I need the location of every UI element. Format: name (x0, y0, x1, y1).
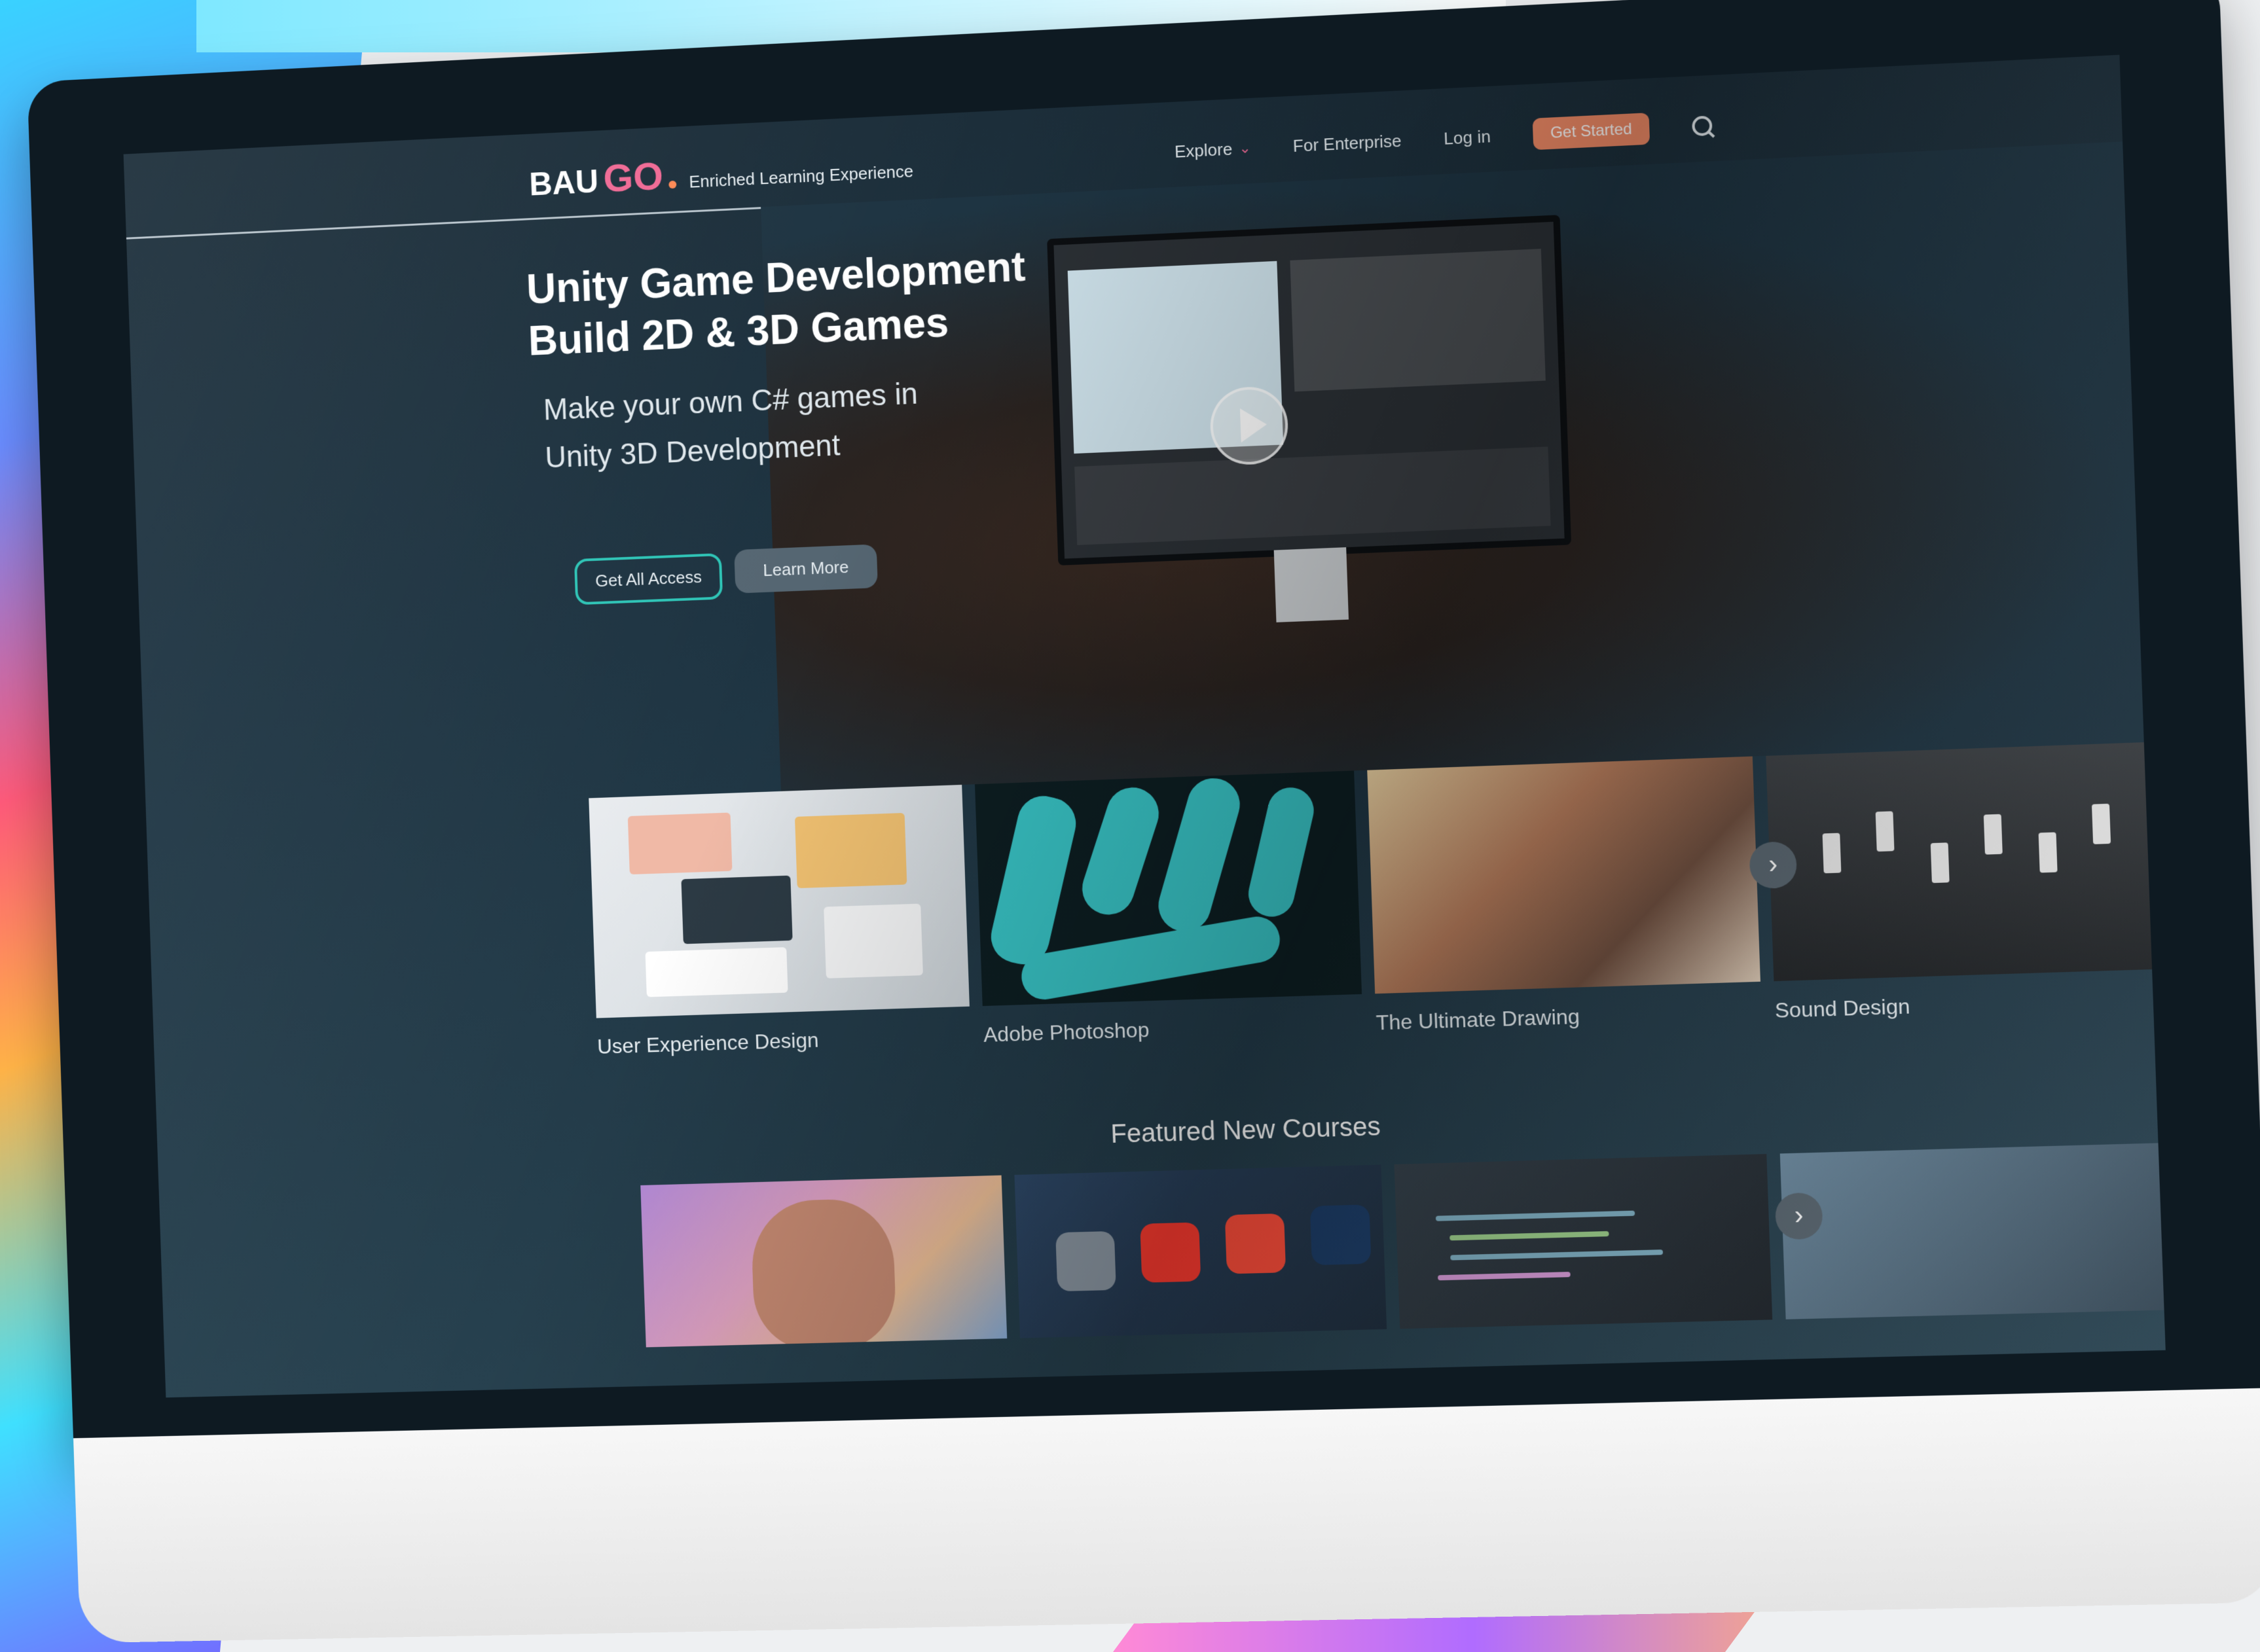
hero-subtitle: Make your own C# games in Unity 3D Devel… (543, 369, 920, 482)
featured-course-card[interactable] (1394, 1154, 1773, 1329)
course-card[interactable]: Sound Design (1766, 742, 2166, 1023)
youtube-icon (1140, 1222, 1201, 1283)
main-nav: Explore ⌄ For Enterprise Log in Get Star… (1174, 109, 1713, 167)
nav-explore[interactable]: Explore ⌄ (1175, 138, 1252, 162)
website-screen: BAU GO Enriched Learning Experience Expl… (123, 54, 2166, 1398)
chevron-right-icon: › (1794, 1200, 1804, 1230)
hero-monitor-stand (1273, 547, 1349, 622)
app-icon (1055, 1230, 1116, 1292)
site-logo[interactable]: BAU GO Enriched Learning Experience (528, 141, 914, 204)
featured-course-card[interactable] (1014, 1164, 1387, 1338)
video-pane-editor (1290, 249, 1546, 392)
get-started-button[interactable]: Get Started (1532, 113, 1650, 151)
portrait-artwork (750, 1198, 898, 1348)
course-thumbnail (589, 784, 970, 1018)
nav-login[interactable]: Log in (1444, 126, 1491, 149)
course-carousel: User Experience Design Adobe Photoshop T… (589, 742, 2166, 1077)
course-thumbnail (1367, 756, 1760, 994)
learn-more-button[interactable]: Learn More (734, 544, 878, 594)
logo-dot (668, 180, 677, 189)
get-all-access-button[interactable]: Get All Access (574, 553, 723, 605)
hero-video-thumbnail[interactable] (1047, 215, 1572, 566)
featured-course-card[interactable] (640, 1175, 1008, 1348)
search-icon[interactable] (1691, 115, 1713, 137)
course-thumbnail (1766, 742, 2166, 982)
settings-icon (1224, 1213, 1286, 1274)
logo-brand-first: BAU (528, 163, 599, 203)
video-pane-timeline (1074, 446, 1551, 545)
course-title: The Ultimate Drawing (1376, 1004, 1580, 1035)
chevron-right-icon: › (1768, 850, 1778, 880)
featured-heading: Featured New Courses (1110, 1112, 1381, 1149)
course-title: Adobe Photoshop (983, 1018, 1150, 1047)
course-card[interactable]: User Experience Design (589, 784, 971, 1059)
course-card[interactable]: Adobe Photoshop (974, 770, 1363, 1047)
nav-enterprise[interactable]: For Enterprise (1292, 130, 1402, 156)
logo-brand-second: GO (602, 154, 664, 200)
featured-carousel: › (640, 1143, 2164, 1354)
nav-explore-label: Explore (1174, 138, 1233, 162)
logo-tagline: Enriched Learning Experience (688, 161, 914, 192)
course-card[interactable]: The Ultimate Drawing (1367, 756, 1762, 1035)
featured-course-card[interactable] (1779, 1143, 2164, 1320)
course-title: User Experience Design (596, 1028, 820, 1058)
course-title: Sound Design (1774, 994, 1911, 1022)
monitor: BAU GO Enriched Learning Experience Expl… (27, 0, 2260, 1643)
course-thumbnail (974, 770, 1362, 1007)
chevron-down-icon: ⌄ (1238, 139, 1252, 156)
steam-icon (1309, 1204, 1372, 1266)
